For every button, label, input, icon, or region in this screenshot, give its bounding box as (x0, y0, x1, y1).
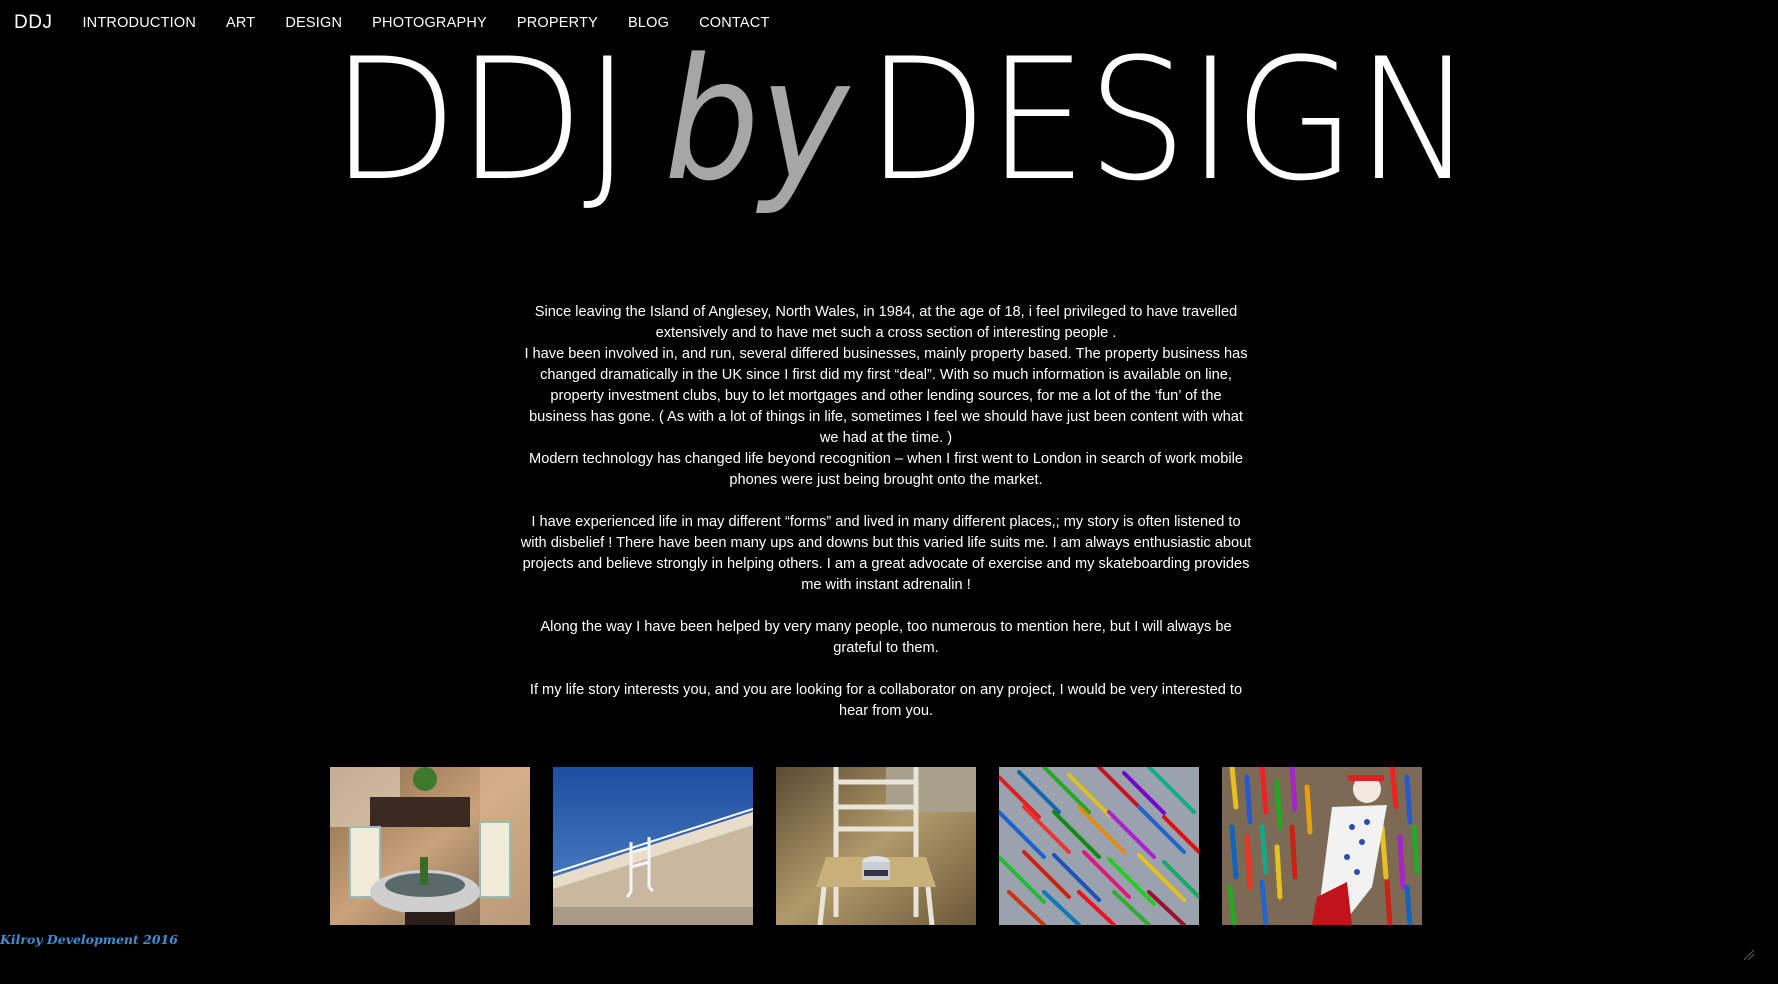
gallery-thumb-figure-painting[interactable] (1222, 767, 1422, 925)
top-nav: DDJ INTRODUCTION ART DESIGN PHOTOGRAPHY … (0, 10, 770, 36)
bio-paragraph: If my life story interests you, and you … (529, 682, 1243, 719)
footer-credit-link[interactable]: Kilroy Development 2016 (0, 932, 178, 947)
bio-paragraph: Along the way I have been helped by very… (540, 619, 1232, 656)
rush-chair-image (776, 767, 976, 925)
gallery-thumb-chair-on-roof[interactable] (553, 767, 753, 925)
chair-on-roof-image (553, 767, 753, 925)
nav-art[interactable]: ART (226, 15, 255, 31)
title-ddj: DDJ (330, 34, 630, 218)
gallery-thumb-diagonal-strokes[interactable] (999, 767, 1199, 925)
figure-painting-image (1222, 767, 1422, 925)
site-title: DDJ by DESIGN (330, 22, 1490, 218)
bio-paragraph: I have been involved in, and run, severa… (524, 346, 1248, 446)
nav-blog[interactable]: BLOG (628, 15, 669, 31)
nav-photography[interactable]: PHOTOGRAPHY (372, 15, 487, 31)
resize-handle-icon (1742, 948, 1756, 962)
nav-introduction[interactable]: INTRODUCTION (82, 15, 196, 31)
patio-chairs-image (330, 767, 530, 925)
brand-logo-link[interactable]: DDJ (14, 12, 52, 34)
nav-design[interactable]: DESIGN (285, 15, 342, 31)
title-by: by (664, 34, 851, 218)
bio-paragraph: I have experienced life in may different… (520, 514, 1252, 593)
title-design: DESIGN (866, 34, 1474, 218)
site-title-graphic: DDJ by DESIGN (330, 22, 1474, 218)
photo-gallery (330, 767, 1422, 925)
gallery-thumb-patio-chairs[interactable] (330, 767, 530, 925)
nav-contact[interactable]: CONTACT (699, 15, 769, 31)
bio-paragraph: Since leaving the Island of Anglesey, No… (534, 304, 1238, 341)
bio-text: Since leaving the Island of Anglesey, No… (520, 302, 1252, 722)
page: DDJ INTRODUCTION ART DESIGN PHOTOGRAPHY … (0, 0, 1778, 984)
nav-property[interactable]: PROPERTY (517, 15, 598, 31)
gallery-thumb-rush-chair[interactable] (776, 767, 976, 925)
bio-paragraph: Modern technology has changed life beyon… (529, 451, 1243, 488)
diagonal-strokes-image (999, 767, 1199, 925)
